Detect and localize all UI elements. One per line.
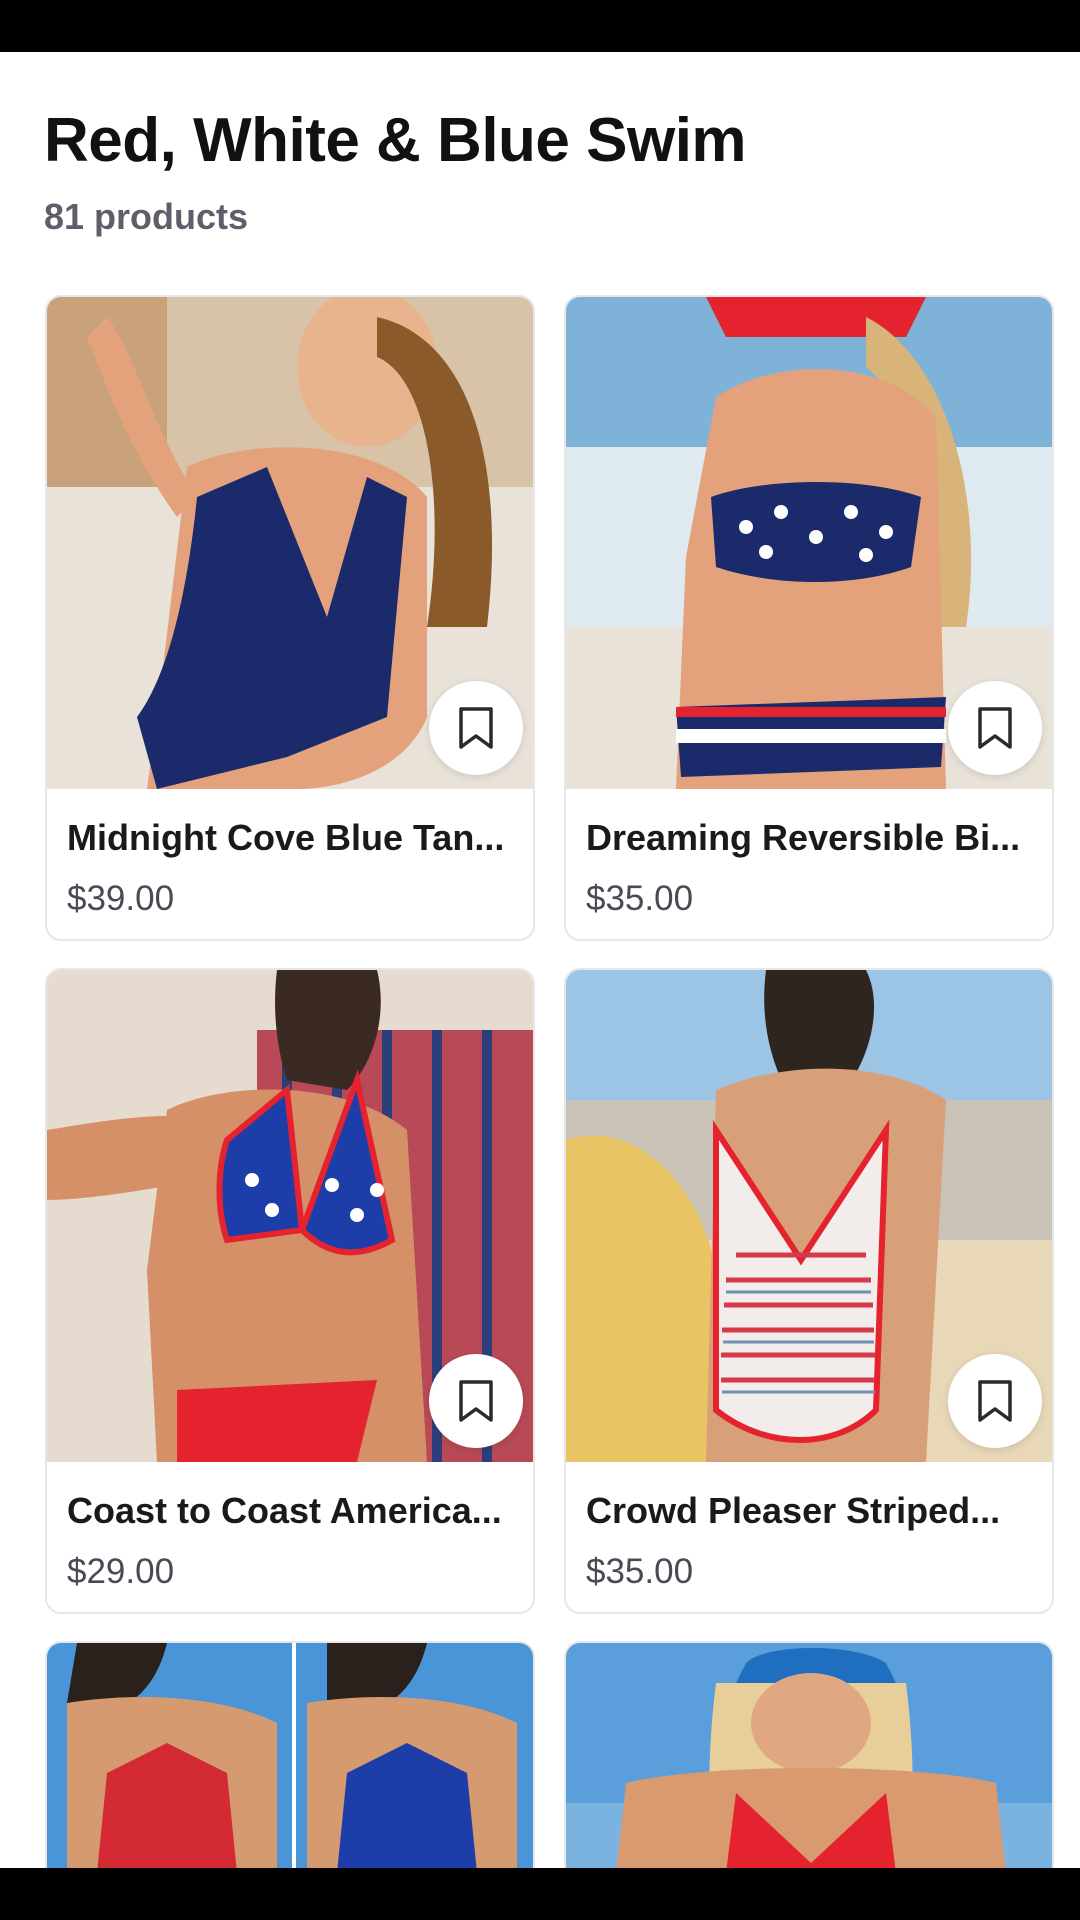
bookmark-button[interactable] <box>429 1354 523 1448</box>
product-card[interactable]: Dreaming Reversible Bi... $35.00 <box>564 295 1054 941</box>
product-price: $39.00 <box>67 879 175 918</box>
product-image[interactable] <box>566 970 1052 1462</box>
bookmark-icon <box>459 707 493 749</box>
product-name[interactable]: Midnight Cove Blue Tan... <box>67 817 517 859</box>
product-image[interactable] <box>47 1643 535 1871</box>
product-card[interactable] <box>45 1641 535 1871</box>
status-bar <box>0 0 1080 52</box>
bookmark-button[interactable] <box>429 681 523 775</box>
bookmark-icon <box>978 1380 1012 1422</box>
bookmark-icon <box>978 707 1012 749</box>
product-name[interactable]: Dreaming Reversible Bi... <box>586 817 1036 859</box>
product-image[interactable] <box>566 1643 1054 1871</box>
product-card[interactable] <box>564 1641 1054 1871</box>
bookmark-button[interactable] <box>948 1354 1042 1448</box>
product-name[interactable]: Coast to Coast America... <box>67 1490 517 1532</box>
bookmark-icon <box>459 1380 493 1422</box>
product-price: $35.00 <box>586 1552 694 1591</box>
navigation-bar <box>0 1868 1080 1920</box>
product-price: $29.00 <box>67 1552 175 1591</box>
product-card[interactable]: Crowd Pleaser Striped... $35.00 <box>564 968 1054 1614</box>
product-image[interactable] <box>47 297 533 789</box>
product-count: 81 products <box>44 196 249 237</box>
page-title: Red, White & Blue Swim <box>44 106 747 175</box>
product-name[interactable]: Crowd Pleaser Striped... <box>586 1490 1036 1532</box>
product-image[interactable] <box>566 297 1052 789</box>
product-card[interactable]: Midnight Cove Blue Tan... $39.00 <box>45 295 535 941</box>
bookmark-button[interactable] <box>948 681 1042 775</box>
product-price: $35.00 <box>586 879 694 918</box>
product-image[interactable] <box>47 970 533 1462</box>
product-card[interactable]: Coast to Coast America... $29.00 <box>45 968 535 1614</box>
